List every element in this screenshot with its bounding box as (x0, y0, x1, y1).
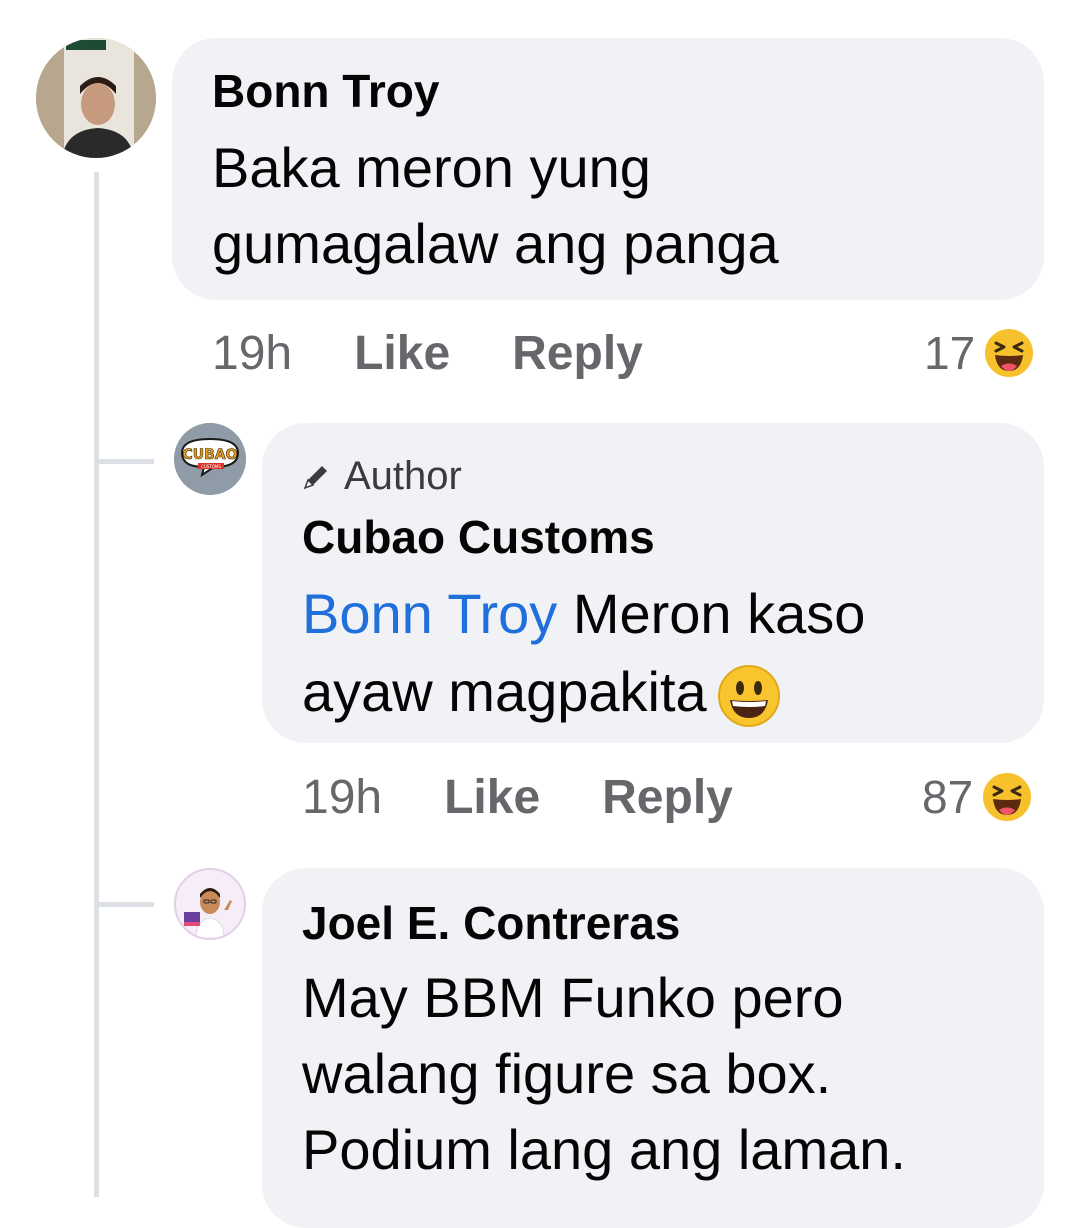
comment-text-rest: Meron kaso (557, 582, 866, 645)
reaction-count: 87 (922, 771, 974, 823)
pencil-icon (303, 465, 327, 489)
reply-button[interactable]: Reply (512, 326, 643, 381)
comment-text-line-3: Podium lang ang laman. (302, 1118, 906, 1181)
comment-text-line-2: walang figure sa box. (302, 1042, 832, 1105)
comment-timestamp[interactable]: 19h (212, 326, 292, 381)
reaction-summary[interactable]: 87 (922, 770, 1034, 824)
avatar-bonn-troy[interactable] (36, 38, 156, 158)
cubao-logo-text: CUBAO (182, 447, 237, 463)
cubao-logo-subtext: CUSTOMS (201, 464, 221, 469)
comment-author-name[interactable]: Joel E. Contreras (302, 896, 680, 950)
reaction-count: 17 (924, 327, 976, 379)
comment-text-line-2: ayaw magpakita (302, 654, 781, 730)
comment-text-line-1: Bonn Troy Meron kaso (302, 576, 865, 652)
author-badge-label: Author (344, 454, 462, 498)
like-button[interactable]: Like (444, 770, 540, 825)
haha-icon (981, 771, 1034, 823)
comment-timestamp[interactable]: 19h (302, 770, 382, 825)
reply-button[interactable]: Reply (602, 770, 733, 825)
comment-text-segment: ayaw magpakita (302, 660, 707, 723)
thread-line-vertical (94, 172, 99, 1197)
comment-actions: 19h Like Reply (302, 770, 733, 825)
thread-line-branch-2 (94, 902, 154, 907)
thread-line-branch-1 (94, 459, 154, 464)
haha-icon (983, 327, 1036, 379)
reaction-summary[interactable]: 17 (924, 326, 1036, 380)
avatar-cubao-customs[interactable]: CUBAO CUSTOMS (174, 423, 246, 495)
mention-link[interactable]: Bonn Troy (302, 582, 557, 645)
author-badge: Author (300, 454, 462, 499)
profile-photo-icon (36, 38, 156, 158)
grinning-face-icon (717, 665, 780, 728)
comment-text-line-1: Baka meron yung (212, 136, 651, 199)
like-button[interactable]: Like (354, 326, 450, 381)
comment-text-line-1: May BBM Funko pero (302, 966, 844, 1029)
cubao-logo-icon: CUBAO CUSTOMS (174, 423, 246, 495)
memoji-avatar-icon (176, 870, 244, 938)
avatar-joel-contreras[interactable] (174, 868, 246, 940)
comment-author-name[interactable]: Bonn Troy (212, 64, 439, 118)
comment-actions: 19h Like Reply (212, 326, 643, 381)
comment-text-line-2: gumagalaw ang panga (212, 212, 779, 275)
comment-author-name[interactable]: Cubao Customs (302, 510, 655, 564)
